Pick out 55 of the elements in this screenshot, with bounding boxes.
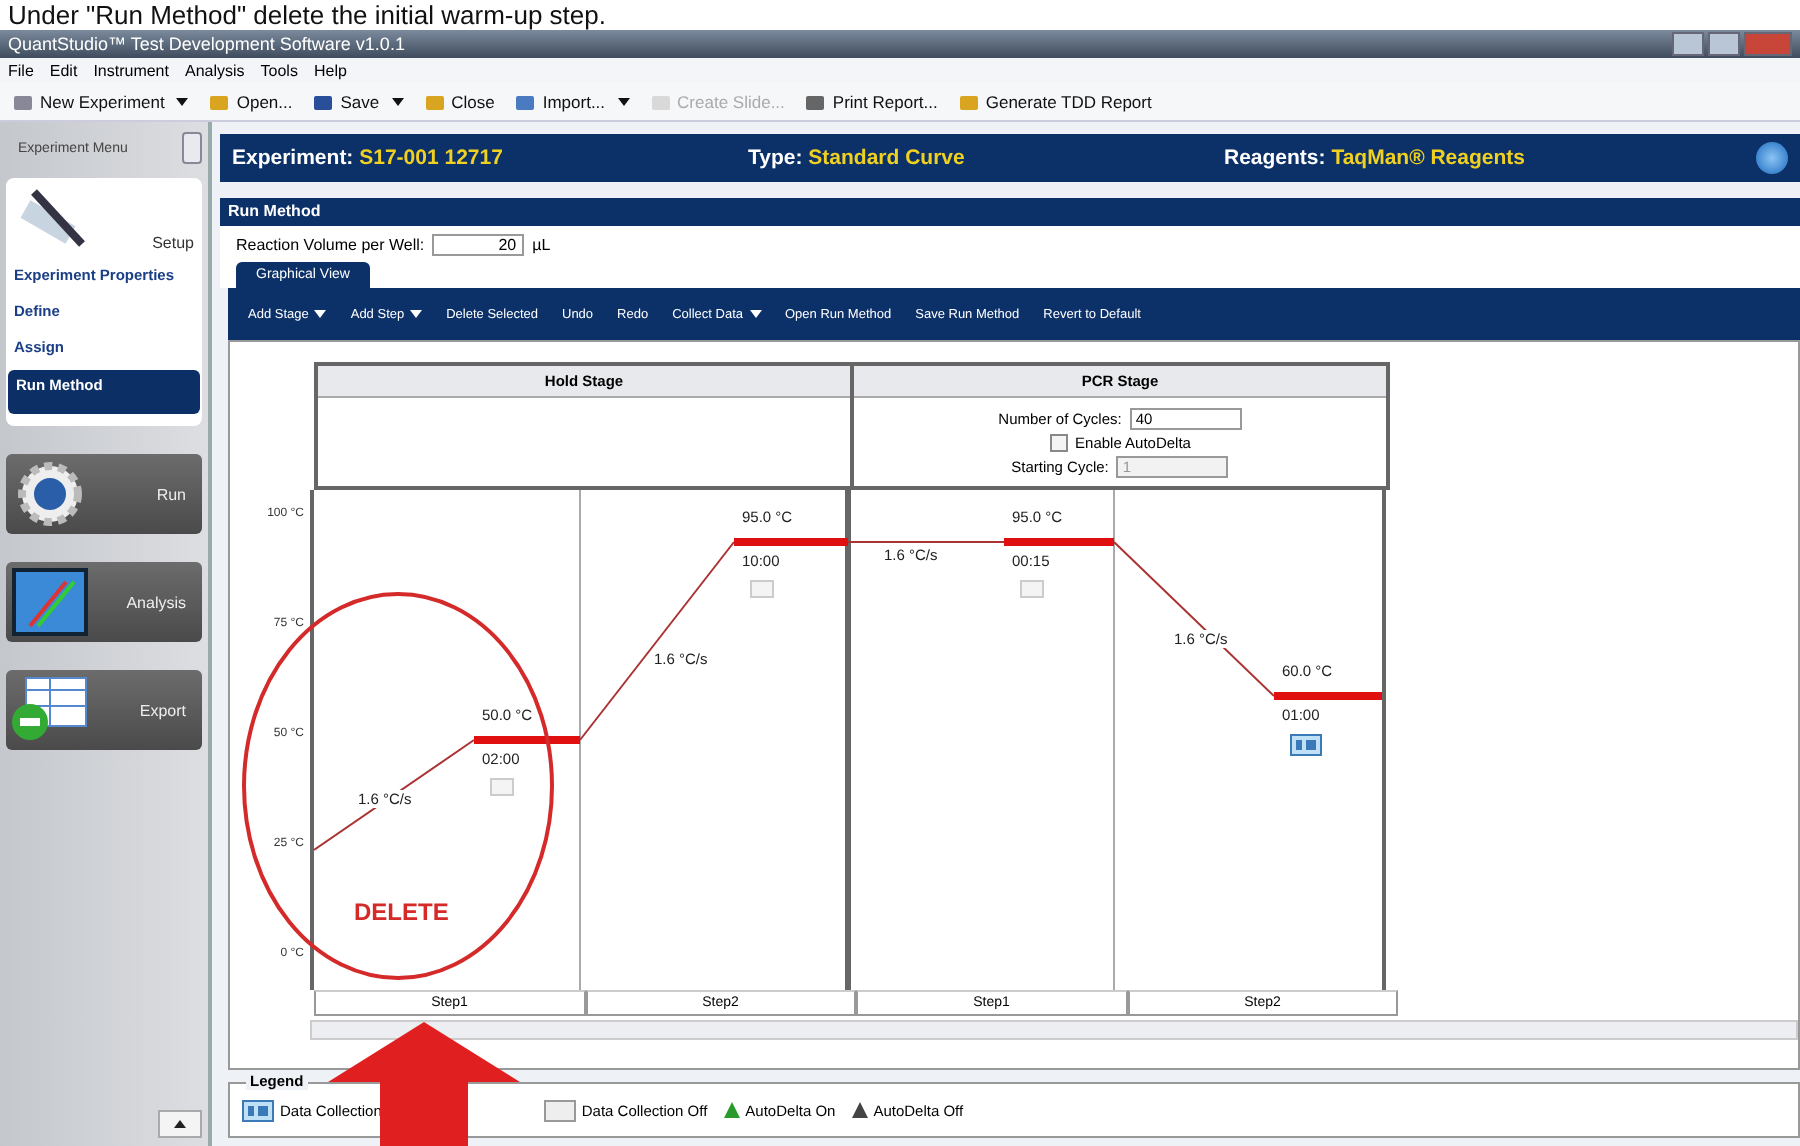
data-collection-icon	[242, 1099, 274, 1121]
table-export-icon	[10, 674, 90, 746]
toolbar-icon	[957, 91, 980, 111]
unit-label: µL	[532, 235, 551, 253]
toolbar-button[interactable]: Import...	[510, 89, 634, 113]
minimize-icon[interactable]	[1672, 32, 1704, 56]
hold-bar[interactable]	[1274, 692, 1382, 700]
toolbar-button[interactable]: Generate TDD Report	[953, 89, 1156, 113]
menu-item[interactable]: Instrument	[93, 61, 169, 79]
annotation-label: DELETE	[354, 898, 449, 926]
panel-title: Run Method	[220, 198, 1800, 226]
toolbar-icon	[12, 91, 34, 111]
toolbar-button[interactable]: Open...	[204, 89, 297, 113]
setup-label: Setup	[152, 234, 194, 252]
toolbar-icon	[423, 91, 446, 111]
menu-item[interactable]: Analysis	[184, 61, 245, 79]
sidebar-section-button[interactable]: Export	[6, 670, 202, 750]
window-title: QuantStudio™ Test Development Software v1.0.1	[8, 34, 405, 54]
menu-item[interactable]: Help	[313, 61, 347, 79]
type-info: Type: Standard Curve	[748, 146, 967, 170]
help-icon[interactable]	[1756, 142, 1788, 174]
toolbar-button[interactable]: New Experiment	[8, 89, 193, 113]
spinner-icon[interactable]	[1020, 580, 1044, 598]
menu-item[interactable]: Tools	[260, 61, 298, 79]
horizontal-scrollbar[interactable]	[310, 1020, 1798, 1040]
sidebar-section-button[interactable]: Analysis	[6, 562, 202, 642]
collapse-button[interactable]	[182, 132, 202, 164]
spinner-icon[interactable]	[750, 580, 774, 598]
scroll-up-button[interactable]	[158, 1110, 202, 1138]
menu-item[interactable]: Edit	[49, 61, 78, 79]
data-collection-icon[interactable]	[1290, 734, 1322, 756]
chart-icon	[10, 566, 90, 638]
menu-item[interactable]: File	[8, 61, 34, 79]
toolbar-icon	[312, 91, 335, 111]
spinner-icon[interactable]	[490, 778, 514, 796]
toolbar-button[interactable]: Print Report...	[800, 89, 942, 113]
toolbar-icon	[804, 91, 827, 111]
triangle-icon	[851, 1102, 868, 1118]
data-collection-off-icon	[543, 1099, 576, 1121]
toolbar-button[interactable]: Close	[419, 89, 499, 113]
triangle-icon	[723, 1102, 740, 1118]
reaction-volume-field[interactable]: 20	[432, 233, 525, 255]
reagents-info: Reagents: TaqMan® Reagents	[1224, 146, 1527, 170]
checkbox[interactable]	[1049, 433, 1068, 451]
toolbar-icon	[208, 91, 231, 111]
sidebar-section-button[interactable]: Run	[6, 454, 202, 534]
hold-bar[interactable]	[1004, 538, 1114, 546]
hold-bar[interactable]	[474, 736, 580, 744]
reaction-volume-label: Reaction Volume per Well:	[236, 235, 425, 253]
toolbar-button[interactable]: Save	[308, 89, 408, 113]
hold-bar[interactable]	[734, 538, 848, 546]
toolbar-icon	[649, 91, 672, 111]
toolbar-icon	[514, 91, 537, 111]
maximize-icon[interactable]	[1708, 32, 1740, 56]
experiment-info: Experiment: S17-001 12717	[232, 146, 505, 170]
